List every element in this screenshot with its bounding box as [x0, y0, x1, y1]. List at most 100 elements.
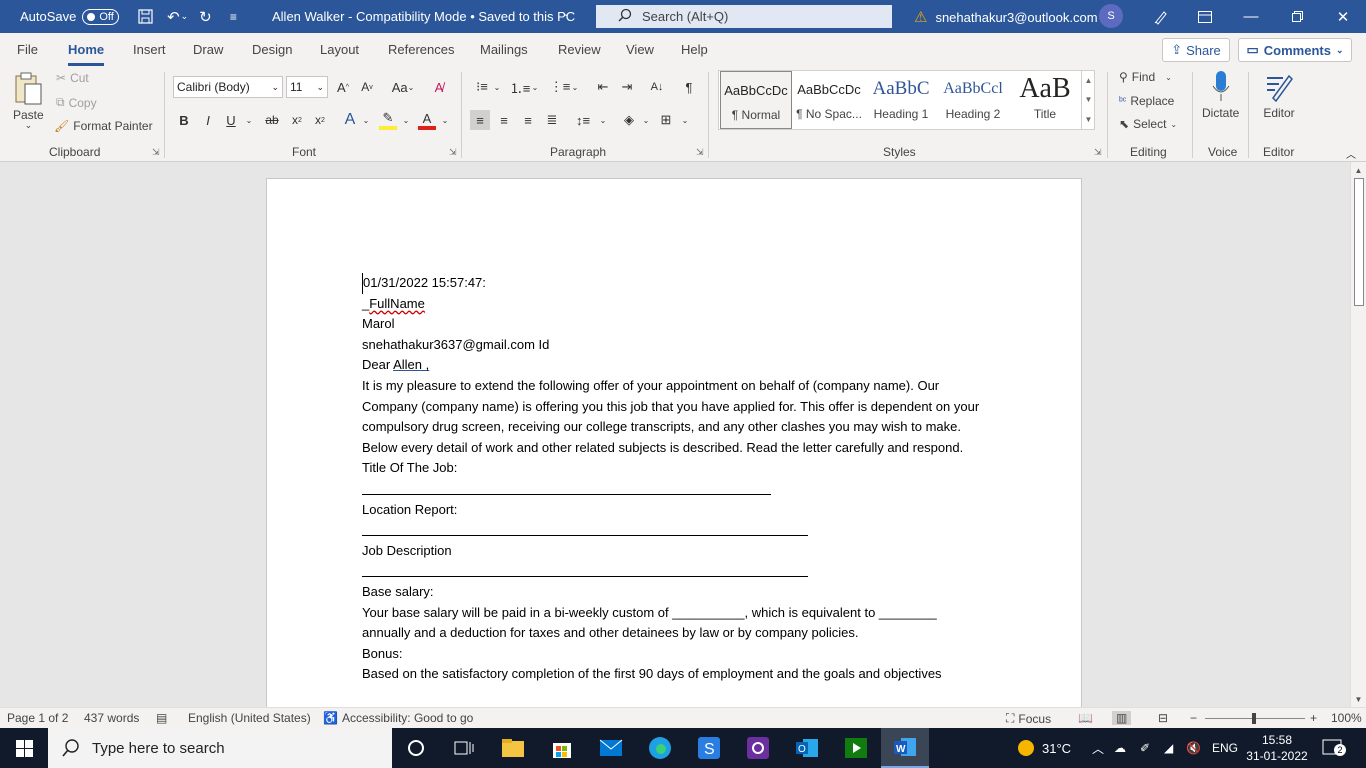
start-button[interactable] [0, 728, 48, 768]
grow-font-icon[interactable]: A ^ [334, 77, 352, 97]
font-name-combo[interactable]: Calibri (Body) ⌄ [173, 76, 283, 98]
tab-help[interactable]: Help [681, 42, 708, 57]
pen-workspace-icon[interactable]: ✐ [1140, 728, 1150, 768]
numbering-dropdown-icon[interactable]: ⌄ [530, 77, 540, 97]
tab-mailings[interactable]: Mailings [480, 42, 528, 57]
zoom-thumb[interactable] [1252, 713, 1256, 724]
justify-icon[interactable]: ≣ [543, 110, 561, 130]
bold-icon[interactable]: B [175, 110, 193, 130]
collapse-ribbon-icon[interactable]: ︿ [1346, 146, 1356, 161]
scroll-thumb[interactable] [1354, 178, 1364, 306]
underline-icon[interactable]: U [222, 110, 240, 130]
font-launcher-icon[interactable]: ⇲ [449, 147, 457, 158]
print-layout-icon[interactable]: ▥ [1112, 711, 1132, 725]
tab-home[interactable]: Home [68, 42, 105, 66]
font-color-icon[interactable]: A [418, 110, 436, 130]
app-s-icon[interactable]: S [685, 728, 733, 768]
zoom-out-icon[interactable]: − [1190, 711, 1197, 725]
borders-dropdown-icon[interactable]: ⌄ [676, 110, 694, 130]
cut-button[interactable]: ✂ Cut [56, 71, 89, 85]
weather-widget[interactable]: 31°C [1016, 728, 1071, 768]
clipboard-launcher-icon[interactable]: ⇲ [152, 147, 160, 158]
cortana-icon[interactable] [392, 728, 440, 768]
store-icon[interactable] [538, 728, 586, 768]
increase-indent-icon[interactable]: ⇥ [618, 77, 636, 97]
minimize-icon[interactable]: — [1228, 0, 1274, 33]
line-spacing-icon[interactable]: ↕≡ [574, 110, 592, 130]
undo-dropdown-icon[interactable]: ⌄ [179, 5, 189, 29]
document-title[interactable]: Allen Walker - Compatibility Mode • Save… [272, 9, 575, 24]
pen-icon[interactable] [1138, 0, 1184, 33]
tab-draw[interactable]: Draw [193, 42, 223, 57]
tab-review[interactable]: Review [558, 42, 601, 57]
style-heading-2[interactable]: AaBbCcl Heading 2 [937, 71, 1009, 129]
shrink-font-icon[interactable]: Av [358, 77, 376, 97]
tab-design[interactable]: Design [252, 42, 292, 57]
task-view-icon[interactable] [440, 728, 488, 768]
tab-file[interactable]: File [17, 42, 38, 57]
document-body[interactable]: 01/31/2022 15:57:47: _FullName Marol sne… [362, 273, 982, 685]
word-count[interactable]: 437 words [84, 711, 139, 725]
style-heading-1[interactable]: AaBbC Heading 1 [865, 71, 937, 129]
redo-icon[interactable]: ↻ [193, 5, 217, 29]
line-spacing-dropdown-icon[interactable]: ⌄ [594, 110, 612, 130]
web-layout-icon[interactable]: ⊟ [1158, 711, 1168, 725]
focus-button[interactable]: ⛶ Focus [1006, 711, 1051, 726]
multilevel-list-icon[interactable]: ⋮≡ [549, 77, 571, 97]
zoom-level[interactable]: 100% [1331, 711, 1362, 725]
select-button[interactable]: ⬉ Select ⌄ [1119, 117, 1177, 131]
tab-insert[interactable]: Insert [133, 42, 166, 57]
align-right-icon[interactable]: ≡ [519, 110, 537, 130]
editor-button[interactable]: Editor [1263, 70, 1295, 120]
tab-references[interactable]: References [388, 42, 454, 57]
comments-button[interactable]: ▭ Comments ⌄ [1238, 38, 1352, 62]
style-no-spacing[interactable]: AaBbCcDc ¶ No Spac... [793, 71, 865, 129]
save-icon[interactable] [133, 5, 157, 29]
share-button[interactable]: ⇪ Share [1162, 38, 1230, 62]
subscript-icon[interactable]: x2 [288, 110, 306, 130]
scroll-down-icon[interactable]: ▼ [1351, 692, 1366, 706]
search-box[interactable]: Search (Alt+Q) [596, 5, 892, 28]
volume-icon[interactable]: 🔇 [1186, 728, 1201, 768]
multilevel-dropdown-icon[interactable]: ⌄ [570, 77, 580, 97]
strikethrough-icon[interactable]: ab [262, 110, 282, 130]
styles-scroll[interactable]: ▲ ▼ ▼ [1081, 71, 1095, 129]
close-icon[interactable]: ✕ [1320, 0, 1366, 33]
title-dropdown-icon[interactable]: ⌄ [562, 8, 570, 19]
show-hidden-icons-icon[interactable]: ︿ [1092, 728, 1104, 768]
outlook-icon[interactable]: O [783, 728, 831, 768]
tab-layout[interactable]: Layout [320, 42, 359, 57]
customize-qat-icon[interactable]: ≡ [221, 5, 245, 29]
font-color-dropdown-icon[interactable]: ⌄ [436, 110, 454, 130]
align-left-icon[interactable]: ≡ [470, 110, 490, 130]
sort-icon[interactable]: A↓ [648, 77, 666, 97]
clock[interactable]: 15:58 31-01-2022 [1246, 732, 1308, 764]
more-styles-icon[interactable]: ▼ [1085, 115, 1093, 124]
shading-dropdown-icon[interactable]: ⌄ [637, 110, 655, 130]
notification-center[interactable]: 2 [1322, 728, 1346, 768]
page-count[interactable]: Page 1 of 2 [7, 711, 68, 725]
bullets-icon[interactable]: ⁝≡ [471, 77, 493, 97]
bullets-dropdown-icon[interactable]: ⌄ [492, 77, 502, 97]
edge-icon[interactable] [636, 728, 684, 768]
onedrive-icon[interactable]: ☁ [1114, 728, 1126, 768]
file-explorer-icon[interactable] [489, 728, 537, 768]
format-painter-button[interactable]: 🖌 Format Painter [54, 119, 153, 133]
italic-icon[interactable]: I [199, 110, 217, 130]
taskbar-search[interactable]: Type here to search [48, 728, 392, 768]
scroll-up-icon[interactable]: ▲ [1351, 163, 1366, 177]
dictate-button[interactable]: Dictate [1202, 70, 1239, 120]
underline-dropdown-icon[interactable]: ⌄ [240, 110, 258, 130]
style-title[interactable]: AaB Title [1009, 71, 1081, 129]
decrease-indent-icon[interactable]: ⇤ [594, 77, 612, 97]
styles-launcher-icon[interactable]: ⇲ [1094, 147, 1102, 158]
language-status[interactable]: English (United States) [188, 711, 311, 725]
mail-icon[interactable] [587, 728, 635, 768]
tab-view[interactable]: View [626, 42, 654, 57]
restore-icon[interactable] [1274, 0, 1320, 33]
avatar[interactable]: S [1099, 4, 1123, 28]
proofing-icon[interactable]: ▤ [156, 711, 167, 725]
paste-button[interactable]: Paste ⌄ [13, 72, 44, 131]
vertical-scrollbar[interactable]: ▲ ▼ [1350, 162, 1366, 707]
style-normal[interactable]: AaBbCcDc ¶ Normal [720, 71, 792, 129]
